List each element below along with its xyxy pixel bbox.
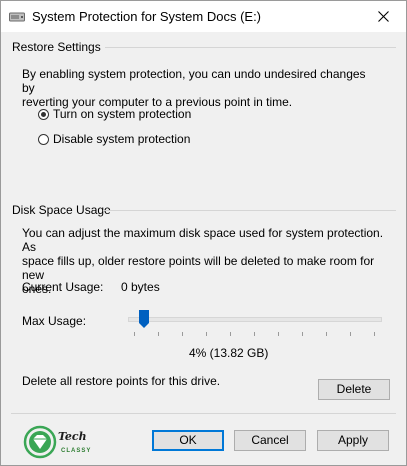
current-usage-label: Current Usage: (22, 280, 104, 294)
delete-restore-points-text: Delete all restore points for this drive… (22, 374, 221, 388)
restore-settings-description: By enabling system protection, you can u… (22, 67, 372, 109)
max-usage-slider-track[interactable] (128, 317, 382, 322)
dialog-window: System Protection for System Docs (E:) R… (0, 0, 407, 466)
slider-tick (182, 332, 183, 336)
footer-divider (11, 413, 396, 414)
max-usage-label: Max Usage: (22, 314, 87, 328)
slider-tick (302, 332, 303, 336)
slider-tick (374, 332, 375, 336)
slider-thumb[interactable] (138, 310, 149, 328)
radio-button-unchecked[interactable] (38, 133, 49, 145)
max-usage-readout: 4% (13.82 GB) (189, 346, 269, 360)
disk-space-divider (103, 210, 396, 211)
slider-tick (350, 332, 351, 336)
radio-disable-protection[interactable]: Disable system protection (38, 132, 190, 146)
close-button[interactable] (360, 1, 406, 32)
slider-tick (254, 332, 255, 336)
slider-tick (158, 332, 159, 336)
current-usage-value: 0 bytes (121, 280, 160, 294)
restore-description-line-1: By enabling system protection, you can u… (22, 67, 366, 95)
ok-button[interactable]: OK (152, 430, 224, 451)
radio-turn-on-protection[interactable]: Turn on system protection (38, 107, 191, 121)
close-icon (377, 11, 389, 22)
radio-disable-label: Disable system protection (53, 132, 191, 146)
logo-subtext: CLASSY (61, 448, 92, 454)
drive-icon (9, 12, 25, 22)
logo-text: Tech (58, 430, 87, 443)
restore-settings-divider (105, 47, 396, 48)
techclassy-logo (23, 425, 57, 459)
disk-description-line-2: space fills up, older restore points wil… (22, 254, 375, 282)
slider-tick (206, 332, 207, 336)
apply-button[interactable]: Apply (317, 430, 389, 451)
restore-settings-header: Restore Settings (12, 40, 101, 54)
slider-tick (134, 332, 135, 336)
disk-description-line-1: You can adjust the maximum disk space us… (22, 226, 384, 254)
slider-tick (278, 332, 279, 336)
slider-tick (326, 332, 327, 336)
disk-space-header: Disk Space Usage (12, 203, 111, 217)
cancel-button[interactable]: Cancel (234, 430, 306, 451)
radio-button-checked[interactable] (38, 108, 49, 120)
radio-turn-on-label: Turn on system protection (53, 107, 192, 121)
slider-tick (230, 332, 231, 336)
title-bar: System Protection for System Docs (E:) (1, 1, 406, 32)
window-title: System Protection for System Docs (E:) (32, 9, 262, 24)
delete-button[interactable]: Delete (318, 379, 390, 400)
